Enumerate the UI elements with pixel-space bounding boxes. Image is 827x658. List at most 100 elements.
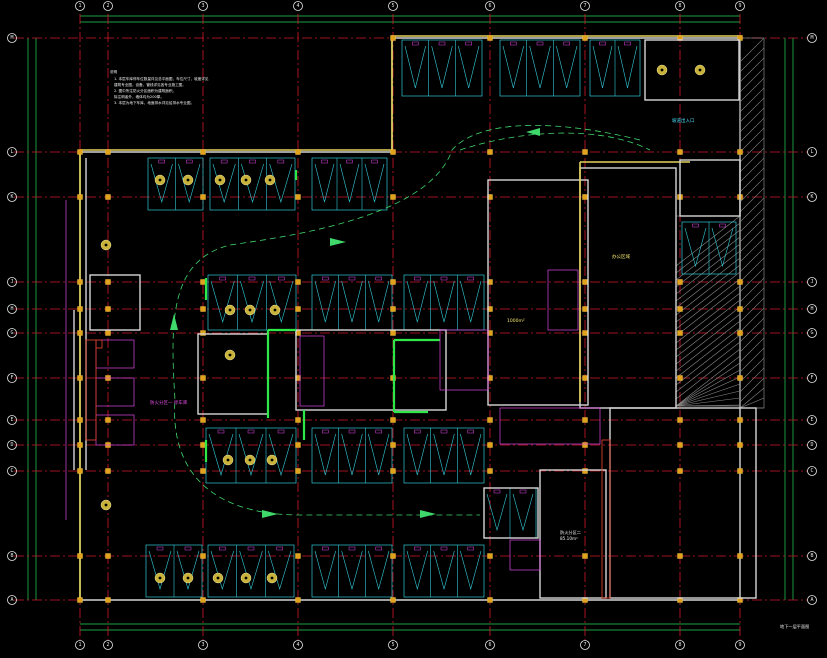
svg-text:E: E — [10, 417, 13, 423]
column — [487, 35, 493, 41]
column — [295, 279, 301, 285]
column — [105, 330, 111, 336]
svg-text:8: 8 — [678, 642, 681, 648]
svg-text:B: B — [10, 553, 13, 559]
shop-label: 办公区域 — [612, 253, 630, 260]
column — [582, 330, 588, 336]
column — [105, 468, 111, 474]
svg-text:E: E — [810, 417, 813, 423]
column — [487, 597, 493, 603]
column — [200, 442, 206, 448]
column — [390, 597, 396, 603]
svg-text:1: 1 — [78, 642, 81, 648]
column — [390, 35, 396, 41]
column — [390, 306, 396, 312]
notes-title: 说明 — [110, 69, 118, 74]
note-line-1: 1. 本层车库停车位数量详见总平面图，车位尺寸，坡度详见 — [114, 76, 209, 81]
column — [737, 417, 743, 423]
column — [582, 375, 588, 381]
column — [105, 417, 111, 423]
column — [582, 417, 588, 423]
exhaust-fan-icon — [269, 304, 281, 316]
column — [77, 279, 83, 285]
svg-text:7: 7 — [583, 642, 586, 648]
svg-text:L: L — [10, 149, 13, 155]
svg-text:C: C — [10, 468, 13, 474]
column — [390, 468, 396, 474]
column — [295, 194, 301, 200]
fire-zone-2-label: 防火分区二 — [560, 529, 581, 536]
exhaust-fan-icon — [240, 174, 252, 186]
title-block: 地下一层平面图 — [780, 623, 809, 630]
column — [487, 553, 493, 559]
column — [677, 375, 683, 381]
svg-text:K: K — [810, 194, 813, 200]
svg-text:4: 4 — [296, 3, 299, 9]
exhaust-fan-icon — [244, 454, 256, 466]
svg-text:5: 5 — [391, 642, 394, 648]
ramp-label: 坡道出入口 — [672, 117, 695, 124]
column — [200, 279, 206, 285]
svg-text:L: L — [810, 149, 813, 155]
svg-text:F: F — [10, 375, 13, 381]
column — [582, 279, 588, 285]
svg-text:3: 3 — [201, 3, 204, 9]
column — [77, 468, 83, 474]
column — [105, 194, 111, 200]
exhaust-fan-icon — [214, 174, 226, 186]
column — [582, 35, 588, 41]
column — [487, 442, 493, 448]
svg-text:1: 1 — [78, 3, 81, 9]
column — [737, 279, 743, 285]
column — [200, 553, 206, 559]
column — [200, 597, 206, 603]
column — [677, 468, 683, 474]
column — [737, 375, 743, 381]
svg-text:4: 4 — [296, 642, 299, 648]
svg-text:2: 2 — [106, 3, 109, 9]
column — [105, 306, 111, 312]
svg-text:9: 9 — [738, 642, 741, 648]
note-line-5: 3. 本层为地下车库，地面排水详见给排水专业图。 — [114, 100, 194, 105]
fire-zone-1-label: 防火分区一 停车库 — [150, 399, 188, 406]
column — [677, 417, 683, 423]
column — [677, 279, 683, 285]
column — [677, 330, 683, 336]
column — [77, 553, 83, 559]
column — [737, 442, 743, 448]
column — [487, 468, 493, 474]
exhaust-fan-icon — [694, 64, 706, 76]
column — [582, 306, 588, 312]
column — [390, 194, 396, 200]
column — [737, 330, 743, 336]
column — [105, 553, 111, 559]
area-1-label: 1000m² — [507, 318, 525, 324]
note-line-2: 建筑专业图，设备、管线详见各专业施工图。 — [114, 82, 186, 87]
column — [677, 442, 683, 448]
column — [487, 417, 493, 423]
column — [582, 553, 588, 559]
note-line-3: 2. 图中所注防火分区面积为建筑面积。 — [114, 88, 176, 93]
column — [200, 194, 206, 200]
column — [77, 375, 83, 381]
column — [77, 330, 83, 336]
svg-text:K: K — [10, 194, 13, 200]
column — [295, 468, 301, 474]
column — [390, 553, 396, 559]
svg-text:2: 2 — [106, 642, 109, 648]
column — [295, 553, 301, 559]
column — [390, 149, 396, 155]
column — [200, 149, 206, 155]
floor-plan-drawing: 1 1 2 2 3 3 4 4 5 5 6 6 7 7 8 8 9 9 M M L L K K J J H H G G F F E E D D C C B B… — [0, 0, 827, 658]
column — [677, 149, 683, 155]
column — [582, 149, 588, 155]
exhaust-fan-icon — [154, 572, 166, 584]
column — [737, 553, 743, 559]
area-2-label: 85.10m² — [560, 536, 578, 541]
column — [77, 149, 83, 155]
column — [390, 442, 396, 448]
svg-text:B: B — [810, 553, 813, 559]
note-line-4: 除注明者外，墙体均为200厚。 — [114, 94, 164, 99]
column — [200, 330, 206, 336]
exhaust-fan-icon — [264, 174, 276, 186]
